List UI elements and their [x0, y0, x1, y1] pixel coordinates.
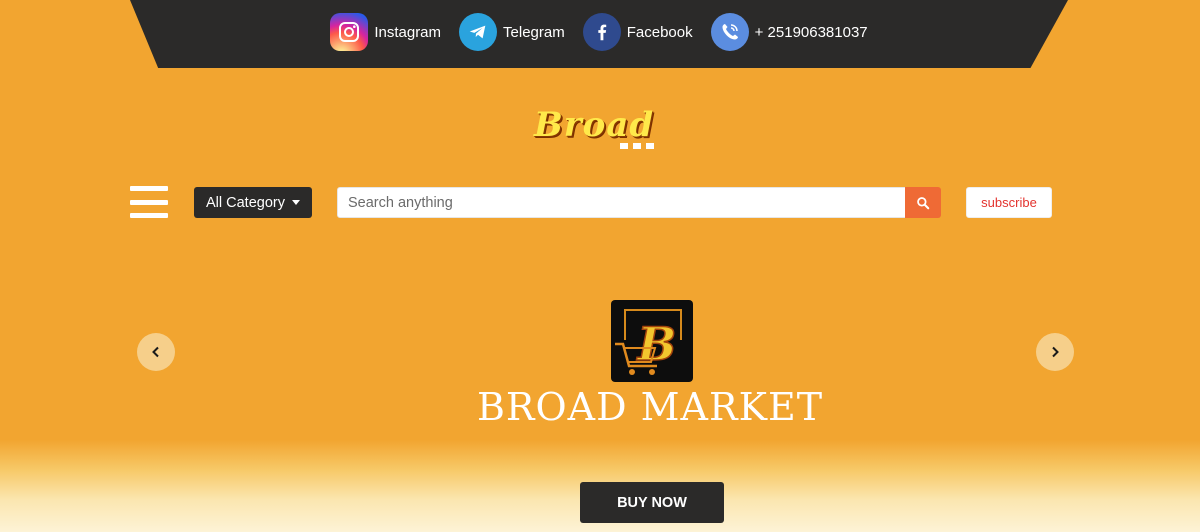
instagram-label: Instagram [374, 23, 442, 41]
site-logo[interactable]: Broad [534, 105, 668, 155]
caret-down-icon [291, 200, 300, 205]
carousel-next-button[interactable] [1036, 333, 1074, 371]
category-label: All Category [206, 194, 285, 211]
search-button[interactable] [905, 187, 941, 218]
logo-dots [620, 143, 654, 149]
hamburger-menu-icon[interactable] [130, 186, 168, 218]
telegram-icon [459, 13, 498, 51]
top-social-bar: Instagram Telegram Facebook + 2519063810… [130, 0, 1068, 68]
viber-phone-icon [710, 13, 749, 51]
subscribe-button[interactable]: subscribe [966, 187, 1052, 218]
telegram-link[interactable]: Telegram [459, 13, 565, 51]
chevron-left-icon [152, 346, 159, 358]
search-input[interactable] [337, 187, 906, 218]
instagram-link[interactable]: Instagram [330, 13, 441, 51]
broad-market-logo: B [611, 300, 693, 382]
phone-label: + 251906381037 [754, 23, 868, 41]
chevron-right-icon [1052, 346, 1059, 358]
facebook-icon [582, 13, 621, 51]
category-dropdown[interactable]: All Category [194, 187, 312, 218]
facebook-label: Facebook [626, 23, 693, 41]
search-icon [917, 196, 930, 209]
carousel-prev-button[interactable] [137, 333, 175, 371]
buy-now-button[interactable]: BUY NOW [580, 482, 724, 523]
telegram-label: Telegram [503, 23, 565, 41]
instagram-icon [330, 13, 369, 51]
logo-text: Broad [534, 105, 655, 145]
phone-link[interactable]: + 251906381037 [710, 13, 868, 51]
facebook-link[interactable]: Facebook [582, 13, 693, 51]
brand-name: BROAD MARKET [476, 385, 824, 429]
social-links: Instagram Telegram Facebook + 2519063810… [130, 12, 1068, 52]
